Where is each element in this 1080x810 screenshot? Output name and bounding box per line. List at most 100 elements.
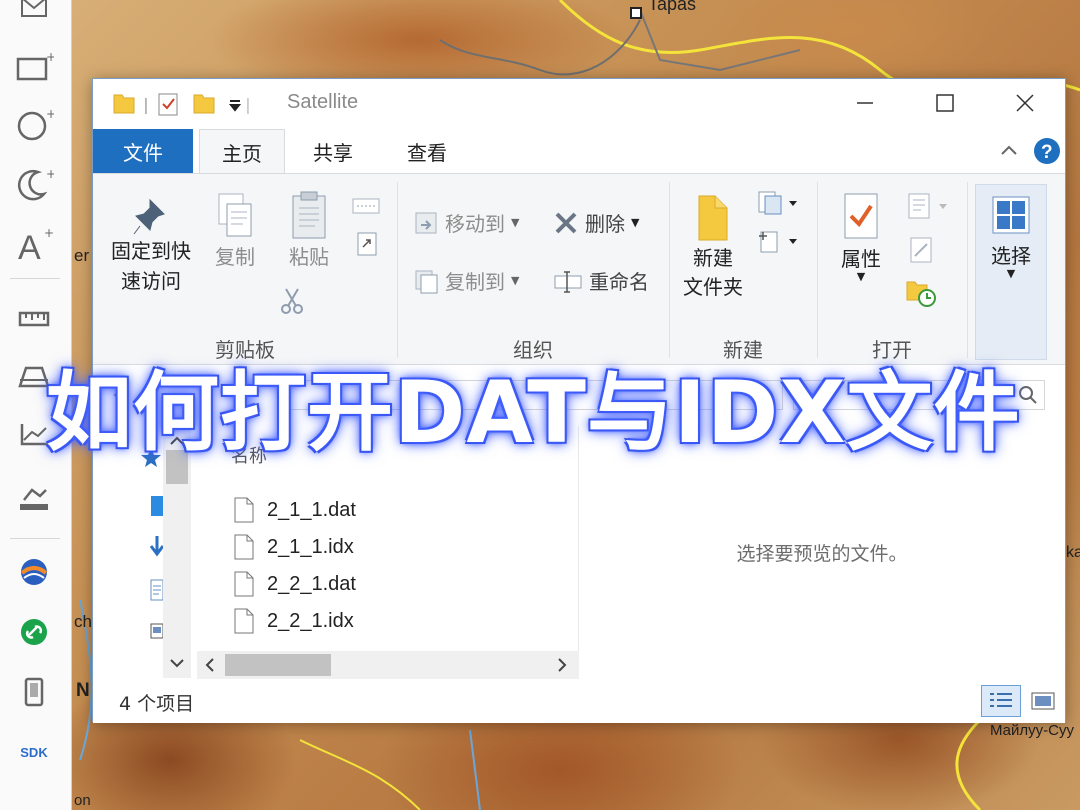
select-button[interactable]: 选择 ▼ — [975, 184, 1047, 360]
new-item-icon — [758, 191, 797, 215]
close-button[interactable] — [997, 85, 1053, 121]
sdk-label: SDK — [20, 744, 48, 760]
large-icons-view-icon — [1031, 692, 1055, 710]
minimize-button[interactable] — [837, 85, 893, 121]
video-caption-overlay: 如何打开DAT与IDX文件 — [46, 363, 1021, 463]
map-label: Майлуу-Суу — [990, 722, 1074, 739]
paste-shortcut-icon — [357, 232, 377, 256]
details-view-button[interactable] — [981, 685, 1021, 717]
file-icon — [234, 608, 254, 634]
ribbon-divider — [669, 182, 670, 358]
copy-button[interactable]: 复制 — [205, 190, 265, 272]
dropdown-arrow-icon: ▼ — [511, 274, 520, 287]
paste-label: 粘贴 — [289, 245, 329, 269]
map-label: N — [76, 680, 90, 701]
delete-x-icon — [555, 212, 577, 233]
move-to-icon — [415, 212, 437, 233]
file-item[interactable]: 2_2_1.idx — [233, 603, 354, 639]
paste-icon — [292, 191, 326, 239]
copy-to-button[interactable]: 复制到 ▼ — [413, 266, 519, 295]
select-grid-icon — [992, 196, 1030, 234]
phone-icon[interactable] — [10, 670, 58, 714]
copy-to-label: 复制到 — [445, 270, 505, 294]
file-item[interactable]: 2_2_1.dat — [233, 566, 356, 602]
rectangle-add-icon[interactable]: + — [10, 44, 58, 88]
envelope-icon[interactable] — [10, 0, 58, 28]
new-folder-button[interactable]: 新建 文件夹 — [673, 190, 753, 302]
help-icon: ? — [1034, 138, 1060, 164]
file-icon — [234, 534, 254, 560]
file-list-scrollbar[interactable] — [197, 651, 579, 679]
copy-path-button[interactable] — [351, 196, 381, 222]
file-item[interactable]: 2_1_1.idx — [233, 529, 354, 565]
copy-label: 复制 — [215, 245, 255, 269]
delete-button[interactable]: 删除 ▼ — [553, 208, 639, 237]
ribbon-home: 固定到快 速访问 复制 粘贴 剪贴板 移动到 ▼ 复制到 ▼ 删除 ▼ 重命名 … — [93, 173, 1065, 365]
scroll-down-icon[interactable] — [163, 652, 191, 674]
open-button[interactable] — [907, 192, 953, 224]
delete-label: 删除 — [585, 212, 625, 236]
file-item[interactable]: 2_1_1.dat — [233, 492, 356, 528]
customize-dropdown-icon[interactable] — [227, 91, 243, 117]
move-to-button[interactable]: 移动到 ▼ — [413, 208, 519, 237]
details-view-icon — [990, 693, 1012, 707]
window-title: Satellite — [287, 91, 359, 113]
collapse-ribbon-button[interactable] — [999, 141, 1019, 165]
tab-file[interactable]: 文件 — [93, 129, 193, 173]
maximize-button[interactable] — [917, 85, 973, 121]
help-button[interactable]: ? — [1033, 137, 1061, 169]
pin-quick-access-button[interactable]: 固定到快 速访问 — [105, 196, 197, 296]
new-item-button[interactable] — [757, 190, 801, 220]
ruler-icon[interactable] — [10, 296, 58, 340]
svg-text:?: ? — [1041, 142, 1053, 163]
file-name: 2_1_1.dat — [267, 498, 356, 521]
file-icon — [234, 497, 254, 523]
new-folder-icon — [698, 195, 728, 241]
moon-add-icon[interactable]: + — [10, 162, 58, 206]
svg-text:+: + — [44, 226, 54, 240]
map-label: er — [74, 246, 90, 265]
history-icon — [906, 281, 936, 307]
copy-path-icon — [352, 198, 380, 214]
edit-icon — [910, 237, 932, 263]
properties-check-icon[interactable] — [155, 91, 181, 117]
link-app-icon[interactable] — [10, 610, 58, 654]
close-icon — [1016, 94, 1034, 112]
dropdown-arrow-icon: ▼ — [631, 216, 640, 229]
rename-button[interactable]: 重命名 — [553, 266, 649, 295]
svg-text:A: A — [18, 229, 41, 263]
tab-share[interactable]: 共享 — [293, 129, 373, 173]
copy-to-icon — [415, 270, 438, 293]
paste-button[interactable]: 粘贴 — [279, 190, 339, 272]
rename-label: 重命名 — [589, 270, 649, 294]
quick-access-toolbar: | | — [111, 91, 253, 117]
sdk-button[interactable]: SDK — [10, 730, 58, 774]
dropdown-arrow-icon: ▼ — [511, 216, 520, 229]
cut-button[interactable] — [279, 286, 305, 320]
circle-add-icon[interactable]: + — [10, 102, 58, 146]
title-bar[interactable]: | | Satellite — [93, 79, 1065, 129]
text-add-icon[interactable]: A + — [10, 222, 58, 266]
file-name: 2_1_1.idx — [267, 535, 354, 558]
qat-separator: | — [143, 94, 149, 114]
scroll-left-icon[interactable] — [199, 651, 221, 679]
paste-shortcut-button[interactable] — [355, 230, 379, 262]
folder-icon[interactable] — [111, 91, 137, 117]
easy-access-icon — [759, 231, 797, 253]
profile-icon[interactable] — [10, 476, 58, 520]
scroll-thumb[interactable] — [225, 654, 331, 676]
new-folder-qat-icon[interactable] — [191, 91, 217, 117]
large-icons-view-button[interactable] — [1027, 685, 1059, 717]
history-button[interactable] — [905, 278, 939, 312]
globe-app-icon[interactable] — [10, 550, 58, 594]
tab-view[interactable]: 查看 — [387, 129, 467, 173]
status-bar: 4 个项目 — [93, 679, 1065, 723]
scissors-icon — [281, 288, 303, 314]
pin-label: 固定到快 速访问 — [111, 239, 191, 293]
dropdown-arrow-icon: ▼ — [1006, 267, 1016, 280]
edit-button[interactable] — [907, 236, 937, 268]
easy-access-button[interactable] — [757, 228, 801, 258]
properties-button[interactable]: 属性 ▼ — [827, 190, 895, 282]
scroll-right-icon[interactable] — [551, 651, 573, 679]
tab-home[interactable]: 主页 — [199, 129, 285, 174]
